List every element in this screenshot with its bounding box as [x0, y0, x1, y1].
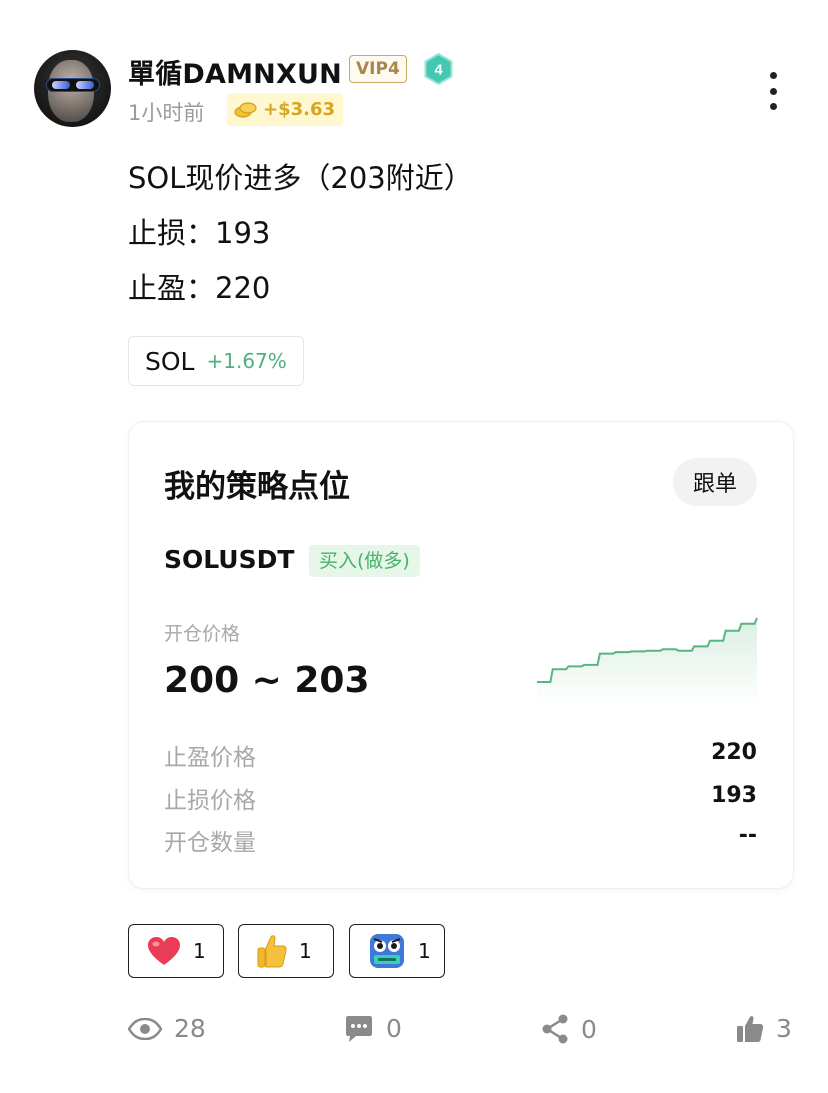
views-count: 28 [174, 1014, 206, 1043]
trading-pair: SOLUSDT [164, 545, 295, 574]
stop-loss-value: 193 [711, 783, 757, 808]
reaction-heart[interactable]: 1 [128, 924, 224, 978]
reaction-hodl[interactable]: 1 [349, 924, 445, 978]
take-profit-value: 220 [711, 740, 757, 765]
coin-tag-symbol: SOL [145, 346, 195, 376]
coin-tag-change: +1.67% [206, 349, 287, 373]
entry-price-label: 开仓价格 [164, 623, 241, 645]
hodl-mascot-icon [370, 934, 404, 968]
stop-loss-label: 止损价格 [164, 788, 256, 814]
comment-icon [346, 1015, 372, 1042]
likes-stat[interactable]: 3 [736, 1014, 792, 1043]
more-options-icon[interactable] [764, 72, 782, 110]
post-line-2: 止损：193 [128, 216, 271, 250]
likes-count: 3 [776, 1014, 792, 1043]
reaction-count: 1 [299, 939, 312, 963]
level-badge-icon: 4 [424, 53, 453, 85]
post-line-3: 止盈：220 [128, 271, 271, 305]
follow-trade-button[interactable]: 跟单 [673, 458, 757, 506]
avatar[interactable] [34, 50, 111, 127]
thumbs-up-emoji-icon [257, 935, 287, 968]
comments-count: 0 [386, 1014, 402, 1043]
sparkline-area [537, 618, 757, 705]
entry-price: 200 ~ 203 [164, 660, 370, 701]
take-profit-label: 止盈价格 [164, 745, 256, 771]
card-title: 我的策略点位 [164, 469, 350, 505]
order-side-badge: 买入(做多) [309, 545, 420, 577]
comments-stat[interactable]: 0 [344, 1014, 402, 1043]
position-size-label: 开仓数量 [164, 830, 256, 856]
reaction-count: 1 [193, 939, 206, 963]
price-sparkline [537, 617, 758, 705]
shares-stat[interactable]: 0 [541, 1014, 597, 1044]
coin-tag[interactable]: SOL +1.67% [128, 336, 304, 386]
level-badge-text: 4 [434, 62, 443, 79]
eye-icon [128, 1017, 162, 1040]
thumbs-up-icon [737, 1015, 764, 1042]
tip-reward-badge[interactable]: +$3.63 [227, 93, 344, 126]
position-size-value: -- [738, 823, 757, 848]
shares-count: 0 [581, 1014, 597, 1044]
reaction-thumbs-up[interactable]: 1 [238, 924, 334, 978]
reaction-count: 1 [418, 939, 431, 963]
tip-amount: +$3.63 [263, 99, 336, 120]
views-stat: 28 [128, 1014, 206, 1043]
share-icon [542, 1014, 568, 1044]
post-time: 1小时前 [128, 101, 205, 125]
avatar-glasses [46, 78, 100, 92]
coins-icon [234, 101, 257, 118]
vip-badge: VIP4 [349, 55, 407, 83]
heart-icon [148, 937, 180, 965]
post-line-1: SOL现价进多（203附近） [128, 161, 473, 195]
username[interactable]: 單循DAMNXUN [128, 52, 342, 91]
